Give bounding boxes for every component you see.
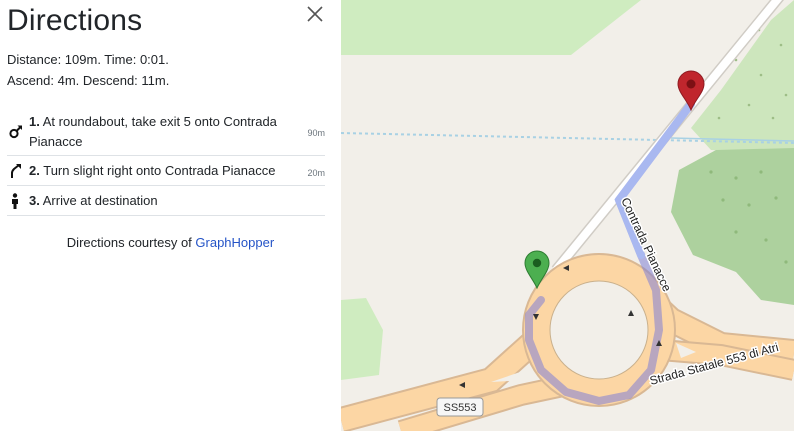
graphhopper-link[interactable]: GraphHopper xyxy=(195,235,274,250)
roundabout-icon xyxy=(9,123,23,145)
close-icon xyxy=(307,6,323,22)
step-distance: 20m xyxy=(307,168,325,178)
arrive-icon xyxy=(9,193,23,215)
road-shield: SS553 xyxy=(436,397,484,417)
directions-panel: Directions Distance: 109m. Time: 0:01. A… xyxy=(0,0,341,431)
turn-slight-right-icon xyxy=(9,163,23,185)
instruction-step-3[interactable]: 3. Arrive at destination xyxy=(7,186,325,216)
page-title: Directions xyxy=(7,4,143,37)
route-summary-elevation: Ascend: 4m. Descend: 11m. xyxy=(7,73,170,88)
step-number: 2. xyxy=(29,163,40,178)
step-number: 1. xyxy=(29,114,40,129)
attribution-text: Directions courtesy of xyxy=(66,235,196,250)
step-text: At roundabout, take exit 5 onto Contrada… xyxy=(29,114,277,149)
shield-label: SS553 xyxy=(443,402,476,414)
route-summary-distance: Distance: 109m. Time: 0:01. xyxy=(7,52,169,67)
map-view[interactable]: Contrada Pianacce Strada Statale 553 di … xyxy=(341,0,794,431)
step-text: Arrive at destination xyxy=(42,193,158,208)
instruction-step-1[interactable]: 1. At roundabout, take exit 5 onto Contr… xyxy=(7,109,325,156)
close-button[interactable] xyxy=(304,3,326,25)
step-number: 3. xyxy=(29,193,40,208)
instruction-list: 1. At roundabout, take exit 5 onto Contr… xyxy=(7,109,325,216)
step-text: Turn slight right onto Contrada Pianacce xyxy=(43,163,276,178)
step-distance: 90m xyxy=(307,128,325,138)
attribution: Directions courtesy of GraphHopper xyxy=(0,235,341,250)
instruction-step-2[interactable]: 2. Turn slight right onto Contrada Piana… xyxy=(7,156,325,186)
